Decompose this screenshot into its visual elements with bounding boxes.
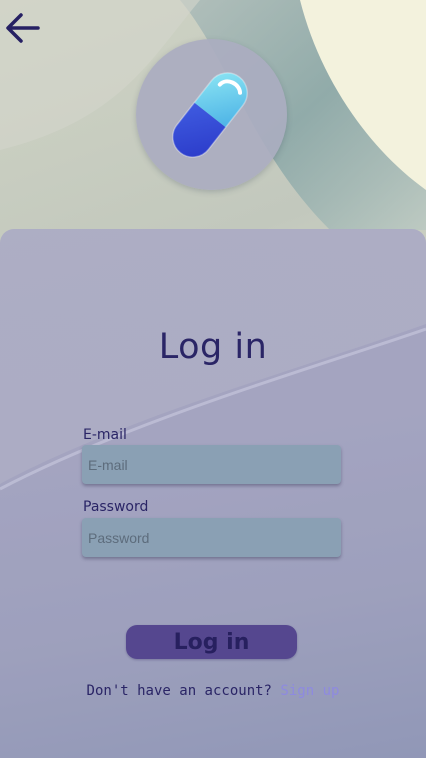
page-title: Log in: [158, 327, 268, 367]
email-field[interactable]: [82, 445, 341, 484]
back-button[interactable]: [4, 10, 44, 46]
card-swoosh-decoration: [0, 324, 426, 758]
login-button[interactable]: Log in: [126, 625, 297, 659]
password-field[interactable]: [82, 518, 341, 557]
signup-prompt-text: Don't have an account?: [86, 683, 272, 699]
pill-capsule-icon: [164, 64, 256, 166]
signup-prompt: Don't have an account? Sign up: [0, 683, 426, 699]
signup-link[interactable]: Sign up: [280, 683, 339, 699]
app-logo: [136, 39, 287, 190]
login-card: Log in E-mail Password Log in Don't have…: [0, 229, 426, 758]
password-label: Password: [83, 499, 149, 515]
email-label: E-mail: [83, 427, 127, 443]
arrow-left-icon: [6, 13, 40, 43]
